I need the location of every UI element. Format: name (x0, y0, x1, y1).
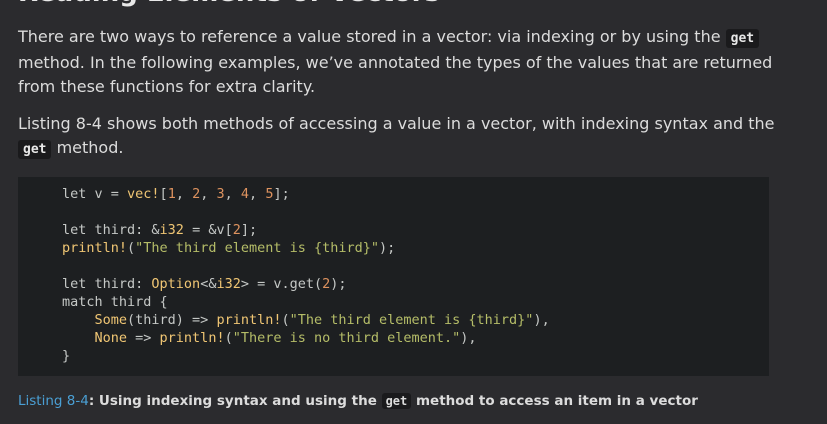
paragraph-intro: There are two ways to reference a value … (18, 25, 778, 99)
paragraph-text: Listing 8-4 shows both methods of access… (18, 114, 775, 133)
code-block[interactable]: let v = vec![1, 2, 3, 4, 5]; let third: … (18, 177, 769, 376)
listing-caption: Listing 8-4: Using indexing syntax and u… (18, 393, 698, 409)
paragraph-listing-ref: Listing 8-4 shows both methods of access… (18, 112, 778, 162)
section-heading: Reading Elements of Vectors (18, 0, 440, 8)
paragraph-text: method. (51, 138, 124, 157)
inline-code-get: get (18, 140, 52, 159)
inline-code-get: get (381, 393, 412, 409)
listing-link[interactable]: Listing 8-4 (18, 393, 89, 409)
code-listing: let v = vec![1, 2, 3, 4, 5]; let third: … (62, 186, 550, 364)
inline-code-get: get (725, 29, 760, 48)
paragraph-text: There are two ways to reference a value … (18, 27, 726, 46)
caption-text: method to access an item in a vector (411, 393, 698, 409)
caption-text: : Using indexing syntax and using the (88, 393, 382, 409)
paragraph-text: method. In the following examples, we’ve… (18, 53, 773, 96)
